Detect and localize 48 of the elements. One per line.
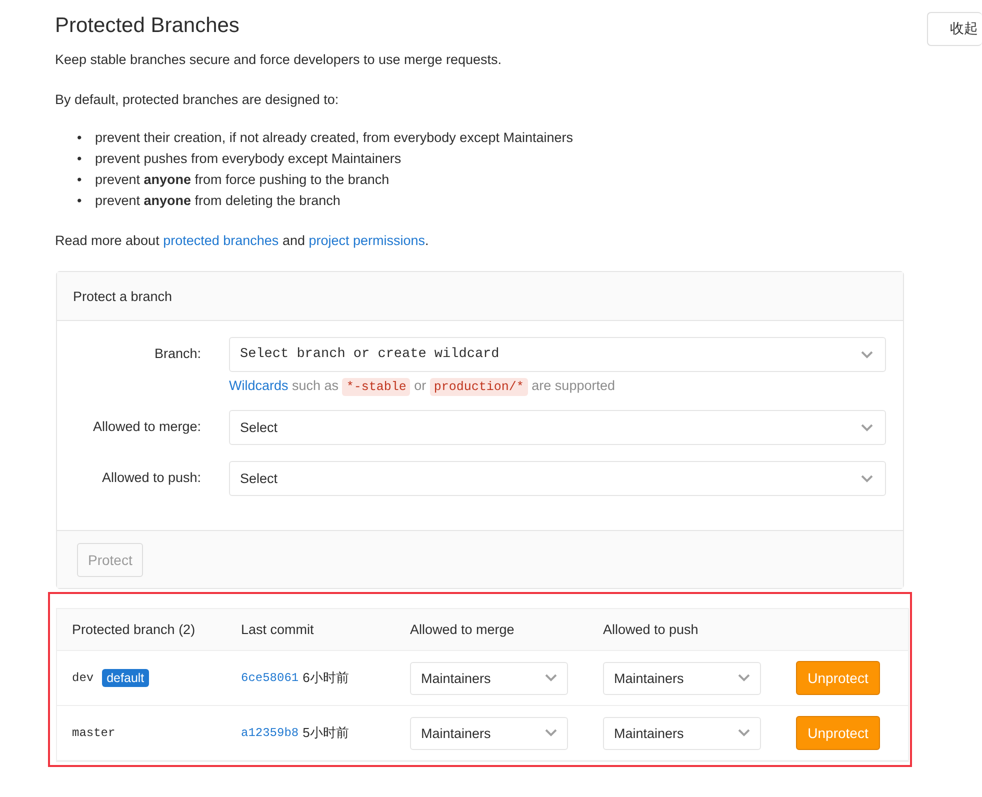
read-more-text: Read more about protected branches and project permissions.: [55, 232, 430, 250]
column-header: Allowed to push: [603, 622, 700, 637]
commit-time: 6小时前: [302, 669, 349, 687]
collapse-button[interactable]: 收起: [927, 12, 982, 46]
branch-dropdown[interactable]: Select branch or create wildcard: [229, 337, 886, 372]
access-dropdown[interactable]: Select: [229, 461, 886, 496]
intro-text: Keep stable branches secure and force developers to use merge requests.: [55, 51, 503, 69]
chevron-down-icon: [861, 350, 873, 358]
access-dropdown[interactable]: Select: [229, 410, 886, 445]
merge-dropdown[interactable]: Maintainers: [410, 662, 568, 694]
bullet: •: [77, 129, 83, 147]
commit-link[interactable]: 6ce58061: [241, 671, 299, 685]
rule-item: prevent anyone from force pushing to the branch: [95, 171, 390, 189]
column-header: Allowed to merge: [410, 622, 516, 637]
bullet: •: [77, 171, 83, 189]
commit-link[interactable]: a12359b8: [241, 726, 299, 740]
field-label: Branch:: [153, 345, 201, 363]
card-header: Protect a branch: [57, 272, 903, 321]
column-header: Last commit: [241, 622, 315, 637]
code-snippet: *-stable: [342, 378, 410, 396]
wildcards-link[interactable]: Wildcards: [229, 378, 288, 393]
default-badge: default: [102, 669, 150, 687]
rule-item: prevent pushes from everybody except Maintainers: [95, 150, 402, 168]
chevron-down-icon: [545, 674, 557, 682]
chevron-down-icon: [545, 729, 557, 737]
push-dropdown[interactable]: Maintainers: [603, 662, 761, 694]
chevron-down-icon: [738, 729, 750, 737]
branch-name: master: [72, 726, 116, 740]
bullet: •: [77, 192, 83, 210]
rule-item: prevent anyone from deleting the branch: [95, 192, 340, 210]
bullet: •: [77, 150, 83, 168]
field-label: Allowed to merge:: [92, 418, 201, 436]
field-label: Allowed to push:: [100, 469, 201, 487]
push-dropdown[interactable]: Maintainers: [603, 716, 761, 750]
defaults-heading: By default, protected branches are designed to:: [55, 91, 340, 109]
rule-item: prevent their creation, if not already created, from everybody except Maintainers: [95, 129, 573, 147]
wildcard-hint: Wildcards such as *-stable or production/* are supported: [229, 378, 616, 394]
merge-dropdown[interactable]: Maintainers: [410, 716, 568, 750]
project-permissions-link[interactable]: project permissions: [308, 233, 426, 248]
commit-time: 5小时前: [302, 724, 349, 742]
chevron-down-icon: [861, 424, 873, 432]
chevron-down-icon: [738, 674, 750, 682]
code-snippet: production/*: [430, 378, 528, 396]
branch-name: dev: [72, 671, 94, 685]
column-header: Protected branch (2): [72, 622, 196, 637]
chevron-down-icon: [861, 474, 873, 482]
protected-branches-link[interactable]: protected branches: [163, 233, 279, 248]
page-title: Protected Branches: [55, 14, 240, 38]
